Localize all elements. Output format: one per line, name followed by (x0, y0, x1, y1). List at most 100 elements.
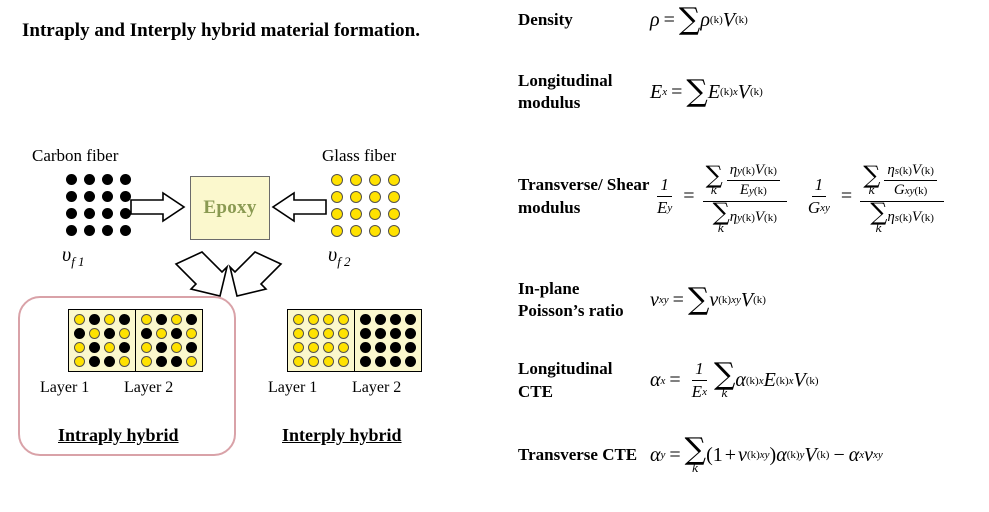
lm-rhs-symbol: E (707, 80, 721, 103)
intraply-layer-2-dot (186, 314, 197, 325)
tsm-p2-den-eta: η (887, 209, 895, 226)
tsm-p2-v: V (911, 162, 922, 178)
tcte-nu-sub: xy (759, 449, 770, 462)
interply-layer-1-dot (323, 356, 334, 367)
glass-fiber-dot-grid (331, 174, 400, 237)
tsm-p2-inner-num: η s (k) V (k) (884, 161, 937, 181)
equation-row-transverse-cte: Transverse CTE αy = ∑ k (1 + ν (k) xy) α (k) y V(… (500, 435, 989, 474)
arrow-carbon-to-epoxy (130, 191, 186, 223)
carbon-volume-fraction-label: υf 1 (62, 244, 85, 270)
tcte-alpha: α (776, 443, 787, 466)
interply-layer-1-dot (293, 342, 304, 353)
lcte-frac-den: Ex (689, 381, 710, 403)
glass-fiber-dot (388, 225, 400, 237)
glass-fiber-label: Glass fiber (322, 146, 397, 165)
sum-icon: ∑ k (712, 198, 730, 235)
intraply-layer-1-dot (119, 342, 130, 353)
lcte-volume: V (793, 369, 806, 391)
interply-layer-2 (354, 310, 421, 371)
lcte-modulus: E (763, 369, 776, 391)
interply-layer-2-dot (375, 356, 386, 367)
interply-layer-2-dot (375, 342, 386, 353)
glass-fiber-dot (369, 191, 381, 203)
glass-fiber-dot (350, 191, 362, 203)
transverse-cte-label: Transverse CTE (518, 445, 638, 465)
interply-layer-1-dot (338, 314, 349, 325)
arrow-glass-to-epoxy (271, 191, 327, 223)
carbon-fiber-dot (120, 174, 131, 185)
tsm-p1-rhs-fraction: ∑ k η y (k) V (k) Ey (k) ∑ k η y (k) V (k) (702, 160, 787, 235)
interply-layer-2-dot (405, 342, 416, 353)
carbon-fiber-dot (102, 174, 113, 185)
intraply-layer-2-caption: Layer 2 (124, 379, 174, 396)
glass-fiber-dot (331, 191, 343, 203)
intraply-layer-2 (135, 310, 202, 371)
tsm-p2-lhs-fraction: 1 Gxy (805, 174, 833, 219)
glass-fiber-dot (388, 208, 400, 220)
interply-layer-1-dot (323, 328, 334, 339)
tsm-p1-num: ∑ k η y (k) V (k) Ey (k) (702, 160, 787, 202)
carbon-fiber-dot (120, 191, 131, 202)
tsm-p1-den-sum-index: k (717, 221, 725, 235)
density-volume-superscript: (k) (734, 14, 748, 27)
glass-fiber-dot (369, 208, 381, 220)
glass-fiber-dot (331, 225, 343, 237)
equation-row-transverse-shear-modulus: Transverse/ Shear modulus 1 Ey = ∑ k η y (k… (500, 160, 989, 234)
transverse-shear-modulus-formula: 1 Ey = ∑ k η y (k) V (k) Ey (k) ∑ k η y (k) V (k) (650, 160, 989, 234)
intraply-layer-1-dot (89, 356, 100, 367)
interply-layer-1-dot (308, 356, 319, 367)
lm-volume-superscript: (k) (749, 86, 763, 99)
tsm-p1-den-sym: E (739, 182, 750, 198)
intraply-layer-1-dot (74, 356, 85, 367)
intraply-layer-2-dot (156, 314, 167, 325)
longitudinal-modulus-label: Longitudinal modulus (518, 71, 613, 113)
tsm-p1-den-v: V (754, 209, 765, 226)
intraply-layer-2-dot (141, 328, 152, 339)
pr-rhs-symbol: ν (709, 288, 719, 311)
lcte-frac-den-sym: E (691, 382, 703, 401)
tsm-p1-den-v-sup: (k) (764, 211, 777, 224)
interply-layer-1-dot (323, 342, 334, 353)
intraply-layer-pack (68, 309, 203, 372)
interply-layer-2-dot (375, 328, 386, 339)
tcte-volume-sup: (k) (816, 449, 830, 462)
intraply-layer-1 (69, 310, 135, 371)
lcte-sum-index: k (721, 386, 728, 400)
tsm-p2-den-sub: xy (904, 184, 915, 197)
intraply-layer-1-dot (119, 314, 130, 325)
glass-fiber-dot (350, 174, 362, 186)
interply-layer-1-dot (308, 328, 319, 339)
lcte-frac-den-sub: x (702, 386, 707, 398)
tsm-p2-eta-sup: (k) (899, 164, 912, 177)
lcte-alpha-sup: (k) (745, 374, 759, 387)
tsm-p2-lhs-den-sub: xy (820, 202, 830, 215)
lcte-alpha: α (735, 369, 746, 391)
longitudinal-cte-formula: αx = 1 Ex ∑ k α (k) x E (k) x V (k) (650, 357, 819, 403)
intraply-layer-2-dot (186, 356, 197, 367)
arrow-epoxy-to-interply (228, 251, 283, 297)
tsm-p2-lhs-den-sym: G (807, 198, 821, 218)
tsm-p1-lhs-den-sub: y (667, 202, 673, 215)
sum-icon: ∑ k (863, 160, 881, 198)
intraply-layer-2-dot (141, 314, 152, 325)
interply-layer-2-dot (360, 356, 371, 367)
interply-layer-1-caption: Layer 1 (268, 379, 318, 396)
intraply-layer-2-dot (186, 328, 197, 339)
sum-icon: ∑ k (705, 160, 723, 198)
intraply-layer-1-dot (104, 356, 115, 367)
interply-layer-1-dot (293, 356, 304, 367)
tsm-p1-den: ∑ k η y (k) V (k) (710, 198, 780, 235)
glass-fiber-dot (388, 174, 400, 186)
pr-volume: V (740, 288, 754, 311)
interply-layer-1-dot (308, 314, 319, 325)
carbon-fiber-label: Carbon fiber (32, 146, 119, 165)
interply-layer-2-dot (360, 342, 371, 353)
tsm-p1-num-sum-index: k (710, 184, 718, 198)
carbon-fiber-dot (66, 225, 77, 236)
tcte-volume: V (804, 443, 817, 466)
tcte-last-nu-sub: xy (873, 449, 883, 462)
intraply-layer-2-dot (171, 328, 182, 339)
epoxy-box: Epoxy (190, 176, 270, 240)
arrow-epoxy-to-intraply (174, 251, 229, 297)
transverse-shear-modulus-label: Transverse/ Shear modulus (518, 175, 650, 217)
